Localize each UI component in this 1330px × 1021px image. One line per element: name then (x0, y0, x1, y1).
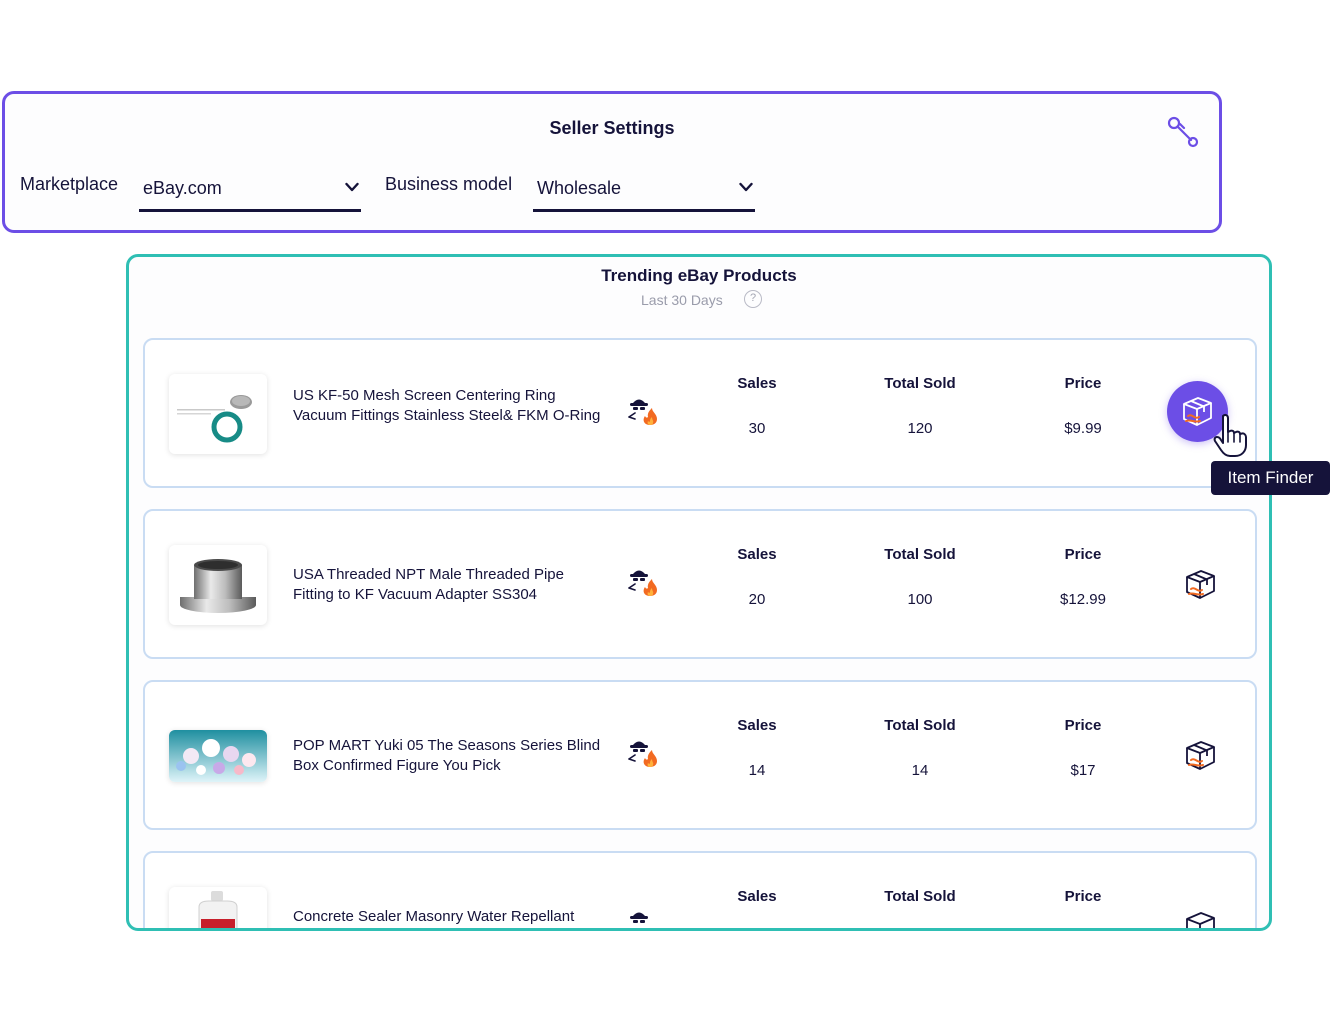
price-value: $9.99 (1064, 420, 1102, 437)
sales-value: 20 (748, 591, 766, 608)
total-sold-value: 14 (911, 762, 929, 779)
sales-header: Sales (737, 375, 777, 392)
business-model-value: Wholesale (537, 178, 622, 198)
product-title[interactable]: US KF-50 Mesh Screen Centering Ring Vacu… (293, 386, 603, 425)
chevron-down-icon (739, 182, 753, 192)
centering-ring-image (177, 395, 252, 443)
total-sold-header: Total Sold (884, 717, 956, 734)
price-header: Price (1064, 546, 1102, 563)
trending-subtitle: Last 30 Days (641, 292, 723, 308)
product-thumbnail[interactable] (169, 887, 267, 928)
sealer-jug-image (198, 891, 238, 928)
product-card[interactable]: USA Threaded NPT Male Threaded Pipe Fitt… (143, 509, 1257, 659)
price-header: Price (1064, 375, 1102, 392)
item-finder-tooltip: Item Finder (1211, 461, 1330, 495)
product-thumbnail[interactable] (169, 374, 267, 454)
hand-cursor-icon (1213, 413, 1247, 457)
product-title[interactable]: Concrete Sealer Masonry Water Repellant (293, 907, 603, 927)
business-model-select[interactable]: Wholesale (533, 174, 755, 212)
product-card[interactable]: POP MART Yuki 05 The Seasons Series Blin… (143, 680, 1257, 830)
total-sold-header: Total Sold (884, 888, 956, 905)
trending-products-panel: Trending eBay Products Last 30 Days ? US… (126, 254, 1272, 931)
marketplace-select[interactable]: eBay.com (139, 174, 361, 212)
product-card[interactable]: US KF-50 Mesh Screen Centering Ring Vacu… (143, 338, 1257, 488)
item-finder-box-icon[interactable] (1183, 909, 1217, 931)
wrench-icon[interactable] (1165, 114, 1201, 150)
sales-header: Sales (737, 546, 777, 563)
sales-header: Sales (737, 717, 777, 734)
price-value: $12.99 (1060, 591, 1106, 608)
trending-title: Trending eBay Products (601, 266, 797, 285)
seller-settings-panel: Seller Settings Marketplace eBay.com Bus… (2, 91, 1222, 233)
total-sold-value: 120 (907, 420, 933, 437)
spy-fire-icon[interactable] (627, 908, 661, 931)
marketplace-label: Marketplace (20, 174, 119, 194)
help-icon[interactable]: ? (744, 290, 762, 308)
price-value: $17 (1070, 762, 1096, 779)
product-thumbnail[interactable] (169, 730, 267, 782)
figure-box-image (169, 730, 267, 782)
sales-value: 14 (748, 762, 766, 779)
spy-fire-icon[interactable] (627, 395, 661, 427)
total-sold-value: 100 (907, 591, 933, 608)
price-header: Price (1064, 888, 1102, 905)
total-sold-header: Total Sold (884, 375, 956, 392)
spy-fire-icon[interactable] (627, 566, 661, 598)
sales-header: Sales (737, 888, 777, 905)
product-title[interactable]: POP MART Yuki 05 The Seasons Series Blin… (293, 736, 603, 775)
sales-value: 30 (748, 420, 766, 437)
product-title[interactable]: USA Threaded NPT Male Threaded Pipe Fitt… (293, 565, 603, 604)
item-finder-box-icon[interactable] (1183, 738, 1217, 772)
spy-fire-icon[interactable] (627, 737, 661, 769)
price-header: Price (1064, 717, 1102, 734)
item-finder-box-icon[interactable] (1183, 567, 1217, 601)
pipe-fitting-image (180, 559, 256, 613)
marketplace-value: eBay.com (143, 178, 222, 198)
chevron-down-icon (345, 182, 359, 192)
product-card[interactable]: Concrete Sealer Masonry Water Repellant … (143, 851, 1257, 931)
total-sold-header: Total Sold (884, 546, 956, 563)
business-model-label: Business model (385, 174, 513, 194)
seller-settings-title: Seller Settings (549, 118, 675, 138)
product-thumbnail[interactable] (169, 545, 267, 625)
